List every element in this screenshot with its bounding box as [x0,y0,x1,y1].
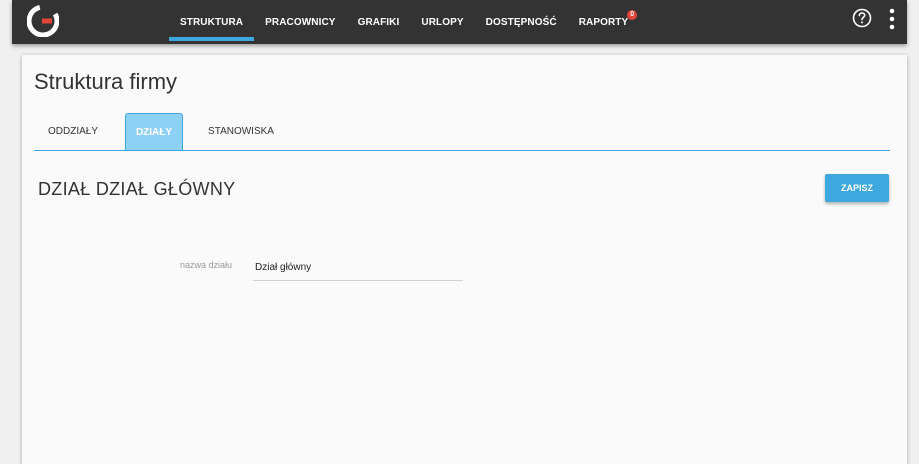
section-title: DZIAŁ DZIAŁ GŁÓWNY [38,179,236,199]
nav-item-raporty[interactable]: RAPORTY 0 [568,0,640,44]
main-nav: STRUKTURA PRACOWNICY GRAFIKI URLOPY DOST… [169,0,639,44]
tab-oddzialy[interactable]: ODDZIAŁY [34,113,112,150]
tab-label: ODDZIAŁY [47,126,98,137]
notification-badge: 0 [627,10,638,20]
nav-item-label: PRACOWNICY [265,16,336,28]
nav-item-urlopy[interactable]: URLOPY [410,0,474,44]
nav-item-dostepnosc[interactable]: DOSTĘPNOŚĆ [475,0,568,44]
nav-item-label: GRAFIKI [357,16,400,28]
department-name-input[interactable] [253,254,463,281]
nav-item-label: RAPORTY [578,16,629,28]
tab-stanowiska[interactable]: STANOWISKA [198,113,284,150]
tab-bar: ODDZIAŁY DZIAŁY STANOWISKA [34,113,890,151]
tab-dzialy[interactable]: DZIAŁY [125,113,183,150]
nav-item-grafiki[interactable]: GRAFIKI [347,0,411,44]
page-title: Struktura firmy [34,69,178,94]
tab-label: DZIAŁY [135,126,173,138]
more-vertical-icon[interactable] [884,8,900,30]
department-name-label: nazwa działu [179,260,232,270]
logo-icon[interactable] [27,5,59,37]
nav-item-label: URLOPY [421,16,464,28]
nav-item-struktura[interactable]: STRUKTURA [169,0,255,44]
help-icon[interactable] [852,8,872,28]
tab-label: STANOWISKA [208,126,274,137]
nav-item-label: DOSTĘPNOŚĆ [485,16,557,28]
top-navbar: STRUKTURA PRACOWNICY GRAFIKI URLOPY DOST… [12,0,907,44]
save-button[interactable]: ZAPISZ [825,174,889,202]
nav-item-pracownicy[interactable]: PRACOWNICY [254,0,346,44]
content-card: Struktura firmy ODDZIAŁY DZIAŁY STANOWIS… [22,55,907,464]
nav-item-label: STRUKTURA [180,16,244,28]
